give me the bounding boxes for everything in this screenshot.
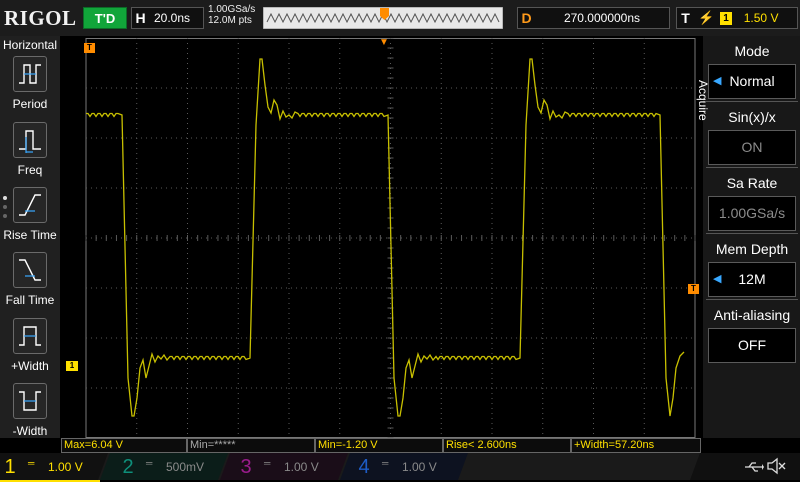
measurement-min-inactive[interactable]: Min=***** [187,438,315,453]
sample-rate-text: 1.00GSa/s [208,4,256,15]
acquire-mode-value-box[interactable]: ◀ Normal [708,64,796,99]
rise-time-icon [13,187,47,223]
horizontal-scale-box[interactable]: H 20.0ns [131,7,204,29]
channel4-number: 4 [358,456,370,478]
acquire-mem-depth[interactable]: Mem Depth ◀ 12M [706,238,798,300]
trigger-level-marker[interactable]: T [688,284,699,294]
trigger-source-badge: 1 [720,11,732,25]
dc-coupling-icon: ═ [264,458,271,468]
trigger-level-value: 1.50 V [743,11,779,25]
acquire-mode-value: Normal [729,73,775,89]
horizontal-scale-value: 20.0ns [154,11,191,25]
acquire-sample-rate-title: Sa Rate [726,175,778,191]
measure-positive-width-label: +Width [11,359,49,373]
dc-coupling-icon: ═ [146,458,153,468]
trigger-box[interactable]: T ⚡ 1 1.50 V [676,7,798,29]
channel2-number: 2 [122,456,134,478]
waveform-minimap[interactable] [263,7,503,29]
acquire-mode[interactable]: Mode ◀ Normal [706,40,798,102]
measure-freq-label: Freq [17,163,43,177]
measure-period-label: Period [12,97,48,111]
delay-box[interactable]: D 270.000000ns [517,7,670,29]
measurement-positive-width[interactable]: +Width=57.20ns [571,438,701,453]
trigger-time-marker: T [84,43,95,53]
acquire-anti-aliasing[interactable]: Anti-aliasing OFF [706,304,798,366]
measure-period[interactable]: Period [0,56,60,120]
measure-menu-title: Horizontal [2,38,58,52]
trigger-position-marker: ▼ [379,37,389,48]
trigger-label: T [681,10,690,26]
usb-icon [745,462,764,472]
delay-value: 270.000000ns [563,11,641,25]
selector-arrow-icon: ◀ [713,75,722,87]
acquire-sinx[interactable]: Sin(x)/x ON [706,106,798,168]
measure-rise-time[interactable]: Rise Time [0,187,60,251]
channel1-waveform [86,58,685,417]
acquire-sinx-title: Sin(x)/x [728,109,776,125]
channel3-scale: 1.00 V [284,460,319,474]
channel4-scale: 1.00 V [402,460,437,474]
acquire-anti-aliasing-value: OFF [708,328,796,363]
trigger-edge-icon: ⚡ [698,10,715,25]
channel3-number: 3 [240,456,252,478]
dc-coupling-icon: ═ [382,458,389,468]
channel4-tab[interactable]: 4 ═ 1.00 V [354,454,454,480]
acquire-mode-title: Mode [734,43,770,59]
measurement-rise[interactable]: Rise< 2.600ns [443,438,571,453]
brand-logo: RIGOL [4,6,77,30]
channel1-offset-marker[interactable]: 1 [66,361,78,371]
measure-fall-time[interactable]: Fall Time [0,252,60,316]
measure-positive-width[interactable]: +Width [0,318,60,382]
measure-rise-time-label: Rise Time [3,228,57,242]
measurement-max[interactable]: Max=6.04 V [61,438,187,453]
dc-coupling-icon: ═ [28,458,35,468]
acquire-mem-depth-title: Mem Depth [715,241,789,257]
memory-points-text: 12.0M pts [208,15,252,26]
channel1-number: 1 [4,456,16,478]
run-state-badge[interactable]: T'D [83,7,127,29]
acquire-mem-depth-value: 12M [738,271,766,287]
negative-width-icon [13,383,47,419]
measure-freq[interactable]: Freq [0,122,60,186]
fall-time-icon [13,252,47,288]
measure-negative-width-label: -Width [12,424,48,438]
channel3-tab[interactable]: 3 ═ 1.00 V [236,454,336,480]
measurement-min[interactable]: Min=-1.20 V [315,438,443,453]
acquire-sample-rate[interactable]: Sa Rate 1.00GSa/s [706,172,798,234]
acquire-mem-depth-value-box[interactable]: ◀ 12M [708,262,796,297]
horizontal-label: H [135,10,146,26]
measure-fall-time-label: Fall Time [5,293,55,307]
channel1-scale: 1.00 V [48,460,83,474]
freq-icon [13,122,47,158]
sample-info: 1.00GSa/s 12.0M pts [208,4,255,26]
waveform-display[interactable] [62,38,700,438]
acquire-anti-aliasing-title: Anti-aliasing [713,307,791,323]
positive-width-icon [13,318,47,354]
selector-arrow-icon: ◀ [713,273,722,285]
channel1-tab[interactable]: 1 ═ 1.00 V [0,454,100,482]
channel2-scale: 500mV [166,460,205,474]
delay-label: D [521,10,532,26]
measure-negative-width[interactable]: -Width [0,383,60,447]
speaker-muted-icon[interactable] [766,457,786,475]
acquire-sinx-value: ON [708,130,796,165]
period-icon [13,56,47,92]
channel2-tab[interactable]: 2 ═ 500mV [118,454,218,480]
acquire-sample-rate-value: 1.00GSa/s [708,196,796,231]
